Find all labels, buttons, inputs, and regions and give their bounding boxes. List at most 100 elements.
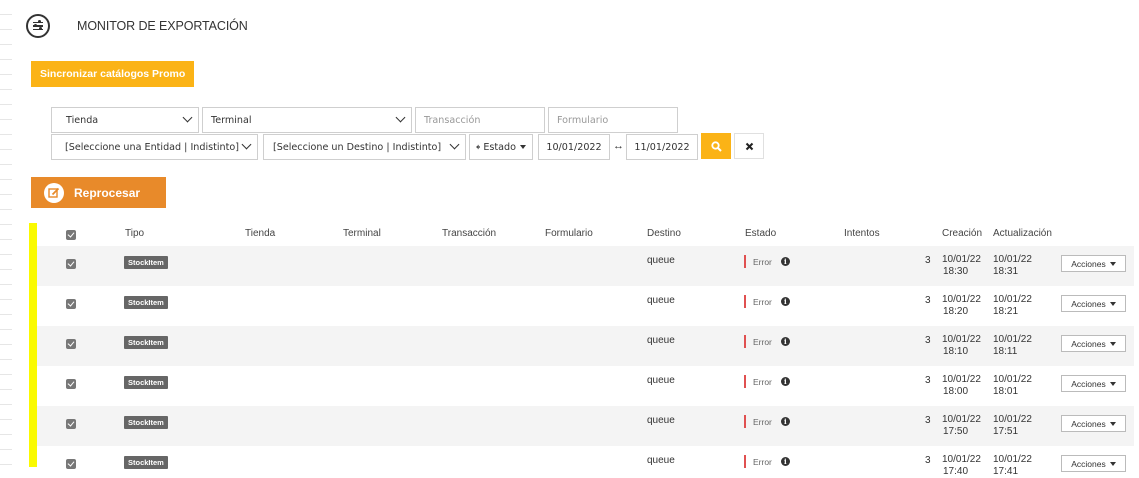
tipo-badge: StockItem	[124, 296, 168, 309]
row-checkbox[interactable]	[66, 339, 76, 349]
clear-filters-button[interactable]	[734, 133, 764, 159]
info-icon[interactable]: i	[780, 417, 790, 426]
row-checkbox[interactable]	[66, 379, 76, 389]
date-from-input[interactable]: 10/01/2022	[538, 134, 610, 160]
actualizacion-date: 10/01/22	[993, 334, 1032, 345]
actions-dropdown-button[interactable]: Acciones	[1061, 295, 1126, 312]
export-table: Tipo Tienda Terminal Transacción Formula…	[37, 222, 1134, 478]
row-checkbox[interactable]	[66, 419, 76, 429]
creacion-date: 10/01/22	[942, 454, 981, 465]
row-checkbox[interactable]	[66, 259, 76, 269]
col-destino: Destino	[647, 228, 681, 239]
col-creacion: Creación	[942, 228, 983, 239]
estado-dropdown[interactable]: Estado	[469, 134, 533, 160]
reprocess-button[interactable]: Reprocesar	[31, 177, 166, 208]
actualizacion-time: 18:21	[993, 306, 1019, 317]
actions-dropdown-button[interactable]: Acciones	[1061, 375, 1126, 392]
caret-down-icon	[1109, 421, 1116, 426]
intentos-value: 3	[925, 455, 931, 466]
chevron-down-icon	[241, 139, 252, 150]
col-tipo: Tipo	[125, 228, 145, 239]
creacion-value: 10/01/22 18:30	[942, 254, 981, 278]
creacion-date: 10/01/22	[942, 294, 981, 305]
creacion-time: 17:50	[943, 426, 969, 437]
transaccion-input[interactable]: Transacción	[415, 107, 545, 133]
tipo-badge: StockItem	[124, 336, 168, 349]
actualizacion-time: 18:11	[993, 346, 1018, 357]
info-icon[interactable]: i	[780, 377, 790, 386]
caret-down-icon	[1109, 261, 1116, 266]
info-icon[interactable]: i	[780, 337, 790, 346]
actions-dropdown-button[interactable]: Acciones	[1061, 255, 1126, 272]
date-range-separator: ↔	[613, 140, 624, 152]
selection-highlight-bar	[29, 223, 37, 467]
creacion-value: 10/01/22 17:40	[942, 454, 981, 478]
sliders-icon[interactable]	[26, 14, 50, 38]
actions-label: Acciones	[1071, 418, 1106, 429]
reprocess-label: Reprocesar	[74, 185, 141, 200]
caret-down-icon	[1109, 461, 1116, 466]
close-icon	[745, 142, 753, 150]
terminal-select[interactable]: Terminal	[202, 107, 412, 133]
edit-icon	[44, 182, 64, 203]
entidad-select-value: [Seleccione una Entidad | Indistinto]	[65, 141, 240, 153]
table-row: StockItem queue Error i 3 10/01/22 17:40 10/01/…	[37, 446, 1134, 478]
creacion-value: 10/01/22 18:20	[942, 294, 981, 318]
creacion-time: 18:00	[943, 386, 969, 397]
search-button[interactable]	[701, 133, 731, 159]
actualizacion-time: 17:41	[993, 466, 1019, 477]
col-transaccion: Transacción	[442, 228, 497, 239]
actions-dropdown-button[interactable]: Acciones	[1061, 455, 1126, 472]
destino-select[interactable]: [Seleccione un Destino | Indistinto]	[263, 134, 466, 160]
creacion-time: 18:10	[943, 346, 969, 357]
col-terminal: Terminal	[343, 228, 381, 239]
tipo-badge: StockItem	[124, 376, 168, 389]
tienda-select[interactable]: Tienda	[51, 107, 199, 133]
actualizacion-value: 10/01/22 18:21	[993, 294, 1032, 318]
creacion-date: 10/01/22	[942, 334, 981, 345]
col-estado: Estado	[745, 228, 777, 239]
estado-value: Error	[753, 376, 772, 387]
select-all-checkbox[interactable]	[66, 230, 76, 240]
estado-label: Estado	[483, 141, 516, 153]
actions-label: Acciones	[1071, 338, 1106, 349]
col-formulario: Formulario	[545, 228, 593, 239]
date-to-input[interactable]: 11/01/2022	[626, 134, 698, 160]
table-row: StockItem queue Error i 3 10/01/22 18:10 10/01/…	[37, 326, 1134, 366]
destino-value: queue	[647, 455, 675, 466]
left-gutter	[0, 0, 12, 478]
entidad-select[interactable]: [Seleccione una Entidad | Indistinto]	[51, 134, 258, 160]
info-icon[interactable]: i	[780, 297, 790, 306]
info-icon[interactable]: i	[780, 257, 790, 266]
destino-value: queue	[647, 415, 675, 426]
destino-value: queue	[647, 335, 675, 346]
destino-value: queue	[647, 375, 675, 386]
search-icon	[710, 140, 722, 152]
tipo-badge: StockItem	[124, 456, 168, 469]
chevron-down-icon	[449, 139, 460, 150]
actions-dropdown-button[interactable]: Acciones	[1061, 415, 1126, 432]
date-from-value: 10/01/2022	[546, 141, 602, 153]
chevron-down-icon	[182, 112, 193, 123]
actions-dropdown-button[interactable]: Acciones	[1061, 335, 1126, 352]
actualizacion-value: 10/01/22 18:01	[993, 374, 1032, 398]
transaccion-placeholder: Transacción	[424, 114, 481, 126]
row-checkbox[interactable]	[66, 459, 76, 469]
estado-value: Error	[753, 456, 772, 467]
gear-icon	[476, 144, 481, 150]
destino-select-value: [Seleccione un Destino | Indistinto]	[273, 141, 442, 153]
info-icon[interactable]: i	[780, 457, 790, 466]
actualizacion-date: 10/01/22	[993, 414, 1032, 425]
table-row: StockItem queue Error i 3 10/01/22 18:00 10/01/…	[37, 366, 1134, 406]
row-checkbox[interactable]	[66, 299, 76, 309]
status-badge: Error i	[744, 255, 790, 268]
formulario-input[interactable]: Formulario	[548, 107, 678, 133]
col-actualizacion: Actualización	[993, 228, 1052, 239]
table-row: StockItem queue Error i 3 10/01/22 17:50 10/01/…	[37, 406, 1134, 446]
status-badge: Error i	[744, 375, 790, 388]
actions-label: Acciones	[1071, 378, 1106, 389]
creacion-time: 18:20	[943, 306, 969, 317]
actualizacion-date: 10/01/22	[993, 454, 1032, 465]
terminal-select-value: Terminal	[211, 114, 252, 126]
sync-catalogs-button[interactable]: Sincronizar catálogos Promo	[31, 61, 195, 87]
